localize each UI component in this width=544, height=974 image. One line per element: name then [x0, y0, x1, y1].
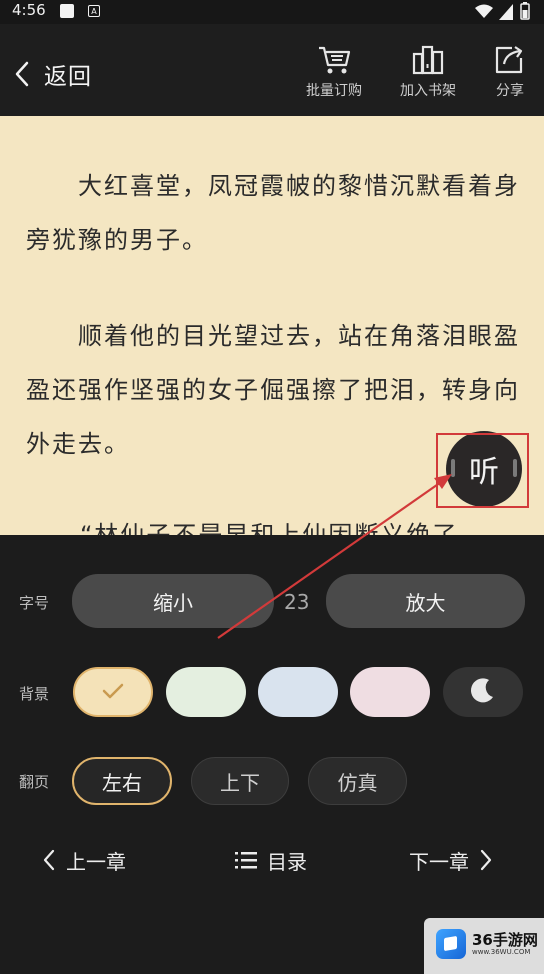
share-button[interactable]: 分享	[492, 44, 528, 100]
bookshelf-icon	[412, 45, 444, 75]
paragraph-3: “林仙子不是早和上仙因断义绝了	[80, 521, 459, 535]
cart-icon	[319, 46, 351, 74]
add-to-shelf-label: 加入书架	[400, 83, 456, 99]
table-of-contents-button[interactable]: 目录	[235, 840, 307, 880]
bulk-buy-button[interactable]: 批量订购	[306, 44, 362, 100]
page-turn-vertical-button[interactable]: 上下	[191, 757, 289, 805]
battery-icon	[520, 2, 530, 20]
bulk-buy-label: 批量订购	[306, 83, 362, 99]
back-button[interactable]: 返回	[14, 56, 92, 92]
app-notification-icon: A	[88, 5, 100, 17]
page-turn-label: 翻页	[19, 773, 50, 791]
font-size-value: 23	[284, 590, 310, 614]
watermark-logo-icon	[436, 929, 466, 959]
toc-label: 目录	[267, 849, 307, 874]
decrease-font-button[interactable]: 缩小	[72, 574, 274, 628]
bg-swatch-night[interactable]	[443, 667, 523, 717]
watermark-url: www.36WU.COM	[472, 947, 531, 956]
signal-icon	[499, 4, 513, 20]
checkmark-icon	[102, 683, 124, 699]
font-size-label: 字号	[19, 594, 50, 612]
moon-icon	[470, 678, 493, 703]
reader-toolbar: 返回 批量订购 加入书架 分享	[0, 24, 544, 116]
paragraph-1: 大红喜堂，凤冠霞帔的黎惜沉默看着身旁犹豫的男子。	[26, 172, 520, 254]
share-label: 分享	[496, 83, 524, 99]
watermark: 36手游网 www.36WU.COM	[436, 920, 540, 968]
background-label: 背景	[19, 685, 50, 703]
watermark-brand: 36手游网	[472, 930, 538, 949]
bg-swatch-light-blue[interactable]	[258, 667, 338, 717]
back-label: 返回	[44, 64, 92, 90]
bg-swatch-light-pink[interactable]	[350, 667, 430, 717]
status-time: 4:56	[12, 1, 46, 19]
page-turn-simulate-button[interactable]: 仿真	[308, 757, 407, 805]
status-bar: 4:56 A	[0, 0, 544, 24]
increase-font-button[interactable]: 放大	[326, 574, 525, 628]
annotation-highlight-box	[436, 433, 529, 508]
wifi-icon	[475, 4, 493, 18]
next-chapter-button[interactable]: 下一章	[409, 840, 493, 880]
page-turn-horizontal-button[interactable]: 左右	[72, 757, 172, 805]
add-to-shelf-button[interactable]: 加入书架	[400, 44, 456, 100]
bg-swatch-light-green[interactable]	[166, 667, 246, 717]
chevron-left-icon	[43, 849, 55, 871]
notification-icon	[60, 4, 74, 18]
prev-chapter-label: 上一章	[66, 849, 126, 874]
chevron-left-icon	[15, 61, 29, 87]
share-icon	[495, 46, 523, 74]
next-chapter-label: 下一章	[409, 849, 469, 874]
chevron-right-icon	[480, 849, 492, 871]
bg-swatch-beige[interactable]	[73, 667, 153, 717]
list-icon	[235, 852, 257, 869]
prev-chapter-button[interactable]: 上一章	[42, 840, 126, 880]
